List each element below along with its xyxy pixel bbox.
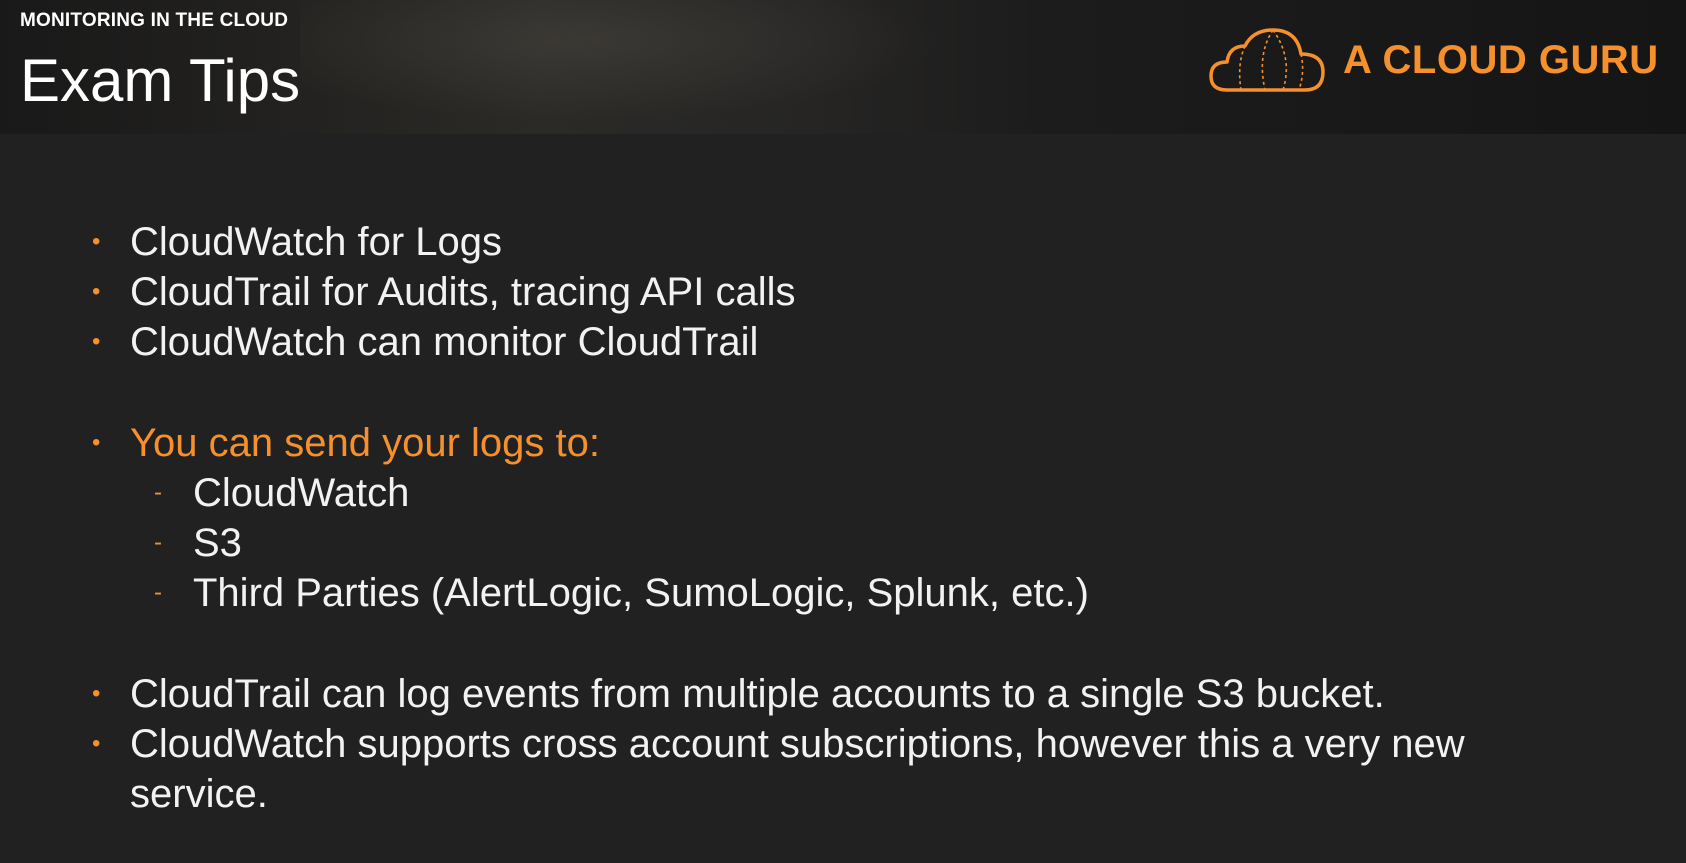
list-item-heading: You can send your logs to:	[130, 421, 600, 465]
bullet-dot: •	[92, 328, 101, 355]
brand-logo: A CLOUD GURU	[1207, 24, 1659, 96]
list-item-text: CloudWatch for Logs	[130, 220, 503, 264]
bullet-dot: •	[92, 730, 101, 757]
list-item-text: service.	[130, 772, 268, 816]
list-item-text: CloudTrail for Audits, tracing API calls	[130, 270, 796, 314]
cloud-icon	[1207, 24, 1329, 96]
bullet-dot: •	[92, 680, 101, 707]
slide-header: MONITORING IN THE CLOUD Exam Tips A CLOU…	[0, 0, 1686, 134]
sub-list-item-text: Third Parties (AlertLogic, SumoLogic, Sp…	[193, 571, 1089, 615]
slide: MONITORING IN THE CLOUD Exam Tips A CLOU…	[0, 0, 1686, 863]
bullet-dot: •	[92, 278, 101, 305]
slide-title: Exam Tips	[20, 47, 301, 114]
bullet-dash: -	[154, 479, 162, 506]
bullet-dot: •	[92, 228, 101, 255]
bullet-dash: -	[154, 579, 162, 606]
sub-list-item-text: CloudWatch	[193, 471, 410, 515]
slide-content: • CloudWatch for Logs • CloudTrail for A…	[0, 134, 1686, 863]
header-background-photo	[300, 0, 1000, 134]
sub-list-item-text: S3	[193, 521, 242, 565]
brand-name: A CLOUD GURU	[1343, 37, 1659, 82]
list-item-text: CloudWatch supports cross account subscr…	[130, 722, 1465, 766]
bullet-dash: -	[154, 529, 162, 556]
section-label: MONITORING IN THE CLOUD	[20, 10, 289, 31]
bullet-dot: •	[92, 429, 101, 456]
list-item-text: CloudWatch can monitor CloudTrail	[130, 320, 759, 364]
list-item-text: CloudTrail can log events from multiple …	[130, 672, 1385, 716]
